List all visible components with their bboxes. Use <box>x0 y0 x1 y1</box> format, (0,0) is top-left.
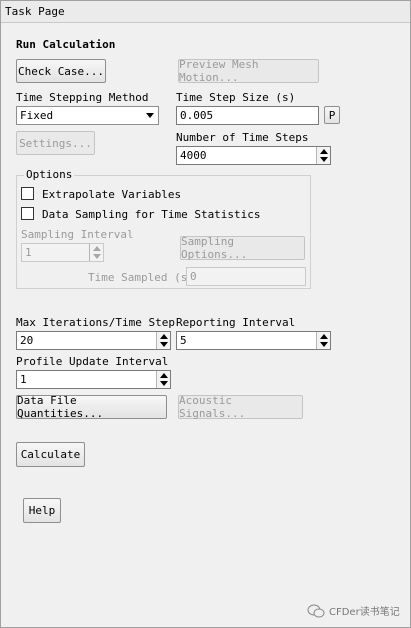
title-bar: Task Page <box>1 1 410 23</box>
time-stepping-method-label: Time Stepping Method <box>16 91 149 104</box>
extrapolate-variables-checkbox[interactable] <box>21 187 34 200</box>
help-button[interactable]: Help <box>23 498 61 523</box>
stepper-icon[interactable] <box>156 371 170 388</box>
time-stepping-method-dropdown[interactable]: Fixed <box>16 106 159 125</box>
acoustic-signals-button[interactable]: Acoustic Signals... <box>178 394 303 420</box>
extrapolate-variables-label: Extrapolate Variables <box>42 188 182 201</box>
sampling-interval-label: Sampling Interval <box>21 228 134 241</box>
preview-mesh-motion-button[interactable]: Preview Mesh Motion... <box>178 58 319 84</box>
number-of-time-steps-value: 4000 <box>180 149 207 162</box>
time-stepping-method-value: Fixed <box>20 109 54 122</box>
parameter-p-button[interactable]: P <box>324 106 340 124</box>
watermark: CFDer读书笔记 <box>307 603 400 618</box>
sampling-interval-input[interactable]: 1 <box>21 243 104 262</box>
settings-button[interactable]: Settings... <box>16 131 95 155</box>
number-of-time-steps-label: Number of Time Steps <box>176 131 309 144</box>
stepper-icon[interactable] <box>316 332 330 349</box>
max-iterations-value: 20 <box>20 334 34 347</box>
section-title: Run Calculation <box>16 38 116 51</box>
sampling-options-button[interactable]: Sampling Options... <box>180 235 305 261</box>
watermark-text: CFDer读书笔记 <box>329 607 400 618</box>
stepper-icon[interactable] <box>89 244 103 261</box>
options-legend: Options <box>24 168 75 181</box>
data-sampling-label: Data Sampling for Time Statistics <box>42 208 261 221</box>
wechat-icon <box>307 604 325 617</box>
reporting-interval-label: Reporting Interval <box>176 316 296 329</box>
time-sampled-label: Time Sampled (s) <box>88 271 194 284</box>
profile-update-interval-input[interactable]: 1 <box>16 370 171 389</box>
stepper-icon[interactable] <box>156 332 170 349</box>
check-case-button[interactable]: Check Case... <box>16 59 106 83</box>
profile-update-interval-value: 1 <box>20 373 27 386</box>
time-step-size-label: Time Step Size (s) <box>176 91 296 104</box>
reporting-interval-input[interactable]: 5 <box>176 331 331 350</box>
time-sampled-input[interactable]: 0 <box>186 267 306 286</box>
stepper-icon[interactable] <box>316 147 330 164</box>
max-iterations-input[interactable]: 20 <box>16 331 171 350</box>
window-title: Task Page <box>5 5 65 18</box>
profile-update-interval-label: Profile Update Interval <box>16 355 169 368</box>
data-file-quantities-button[interactable]: Data File Quantities... <box>16 394 167 420</box>
time-step-size-input[interactable]: 0.005 <box>176 106 319 125</box>
number-of-time-steps-input[interactable]: 4000 <box>176 146 331 165</box>
sampling-interval-value: 1 <box>25 246 32 259</box>
data-sampling-checkbox[interactable] <box>21 207 34 220</box>
chevron-down-icon <box>146 113 154 118</box>
calculate-button[interactable]: Calculate <box>16 442 85 467</box>
max-iterations-label: Max Iterations/Time Step <box>16 316 175 329</box>
reporting-interval-value: 5 <box>180 334 187 347</box>
